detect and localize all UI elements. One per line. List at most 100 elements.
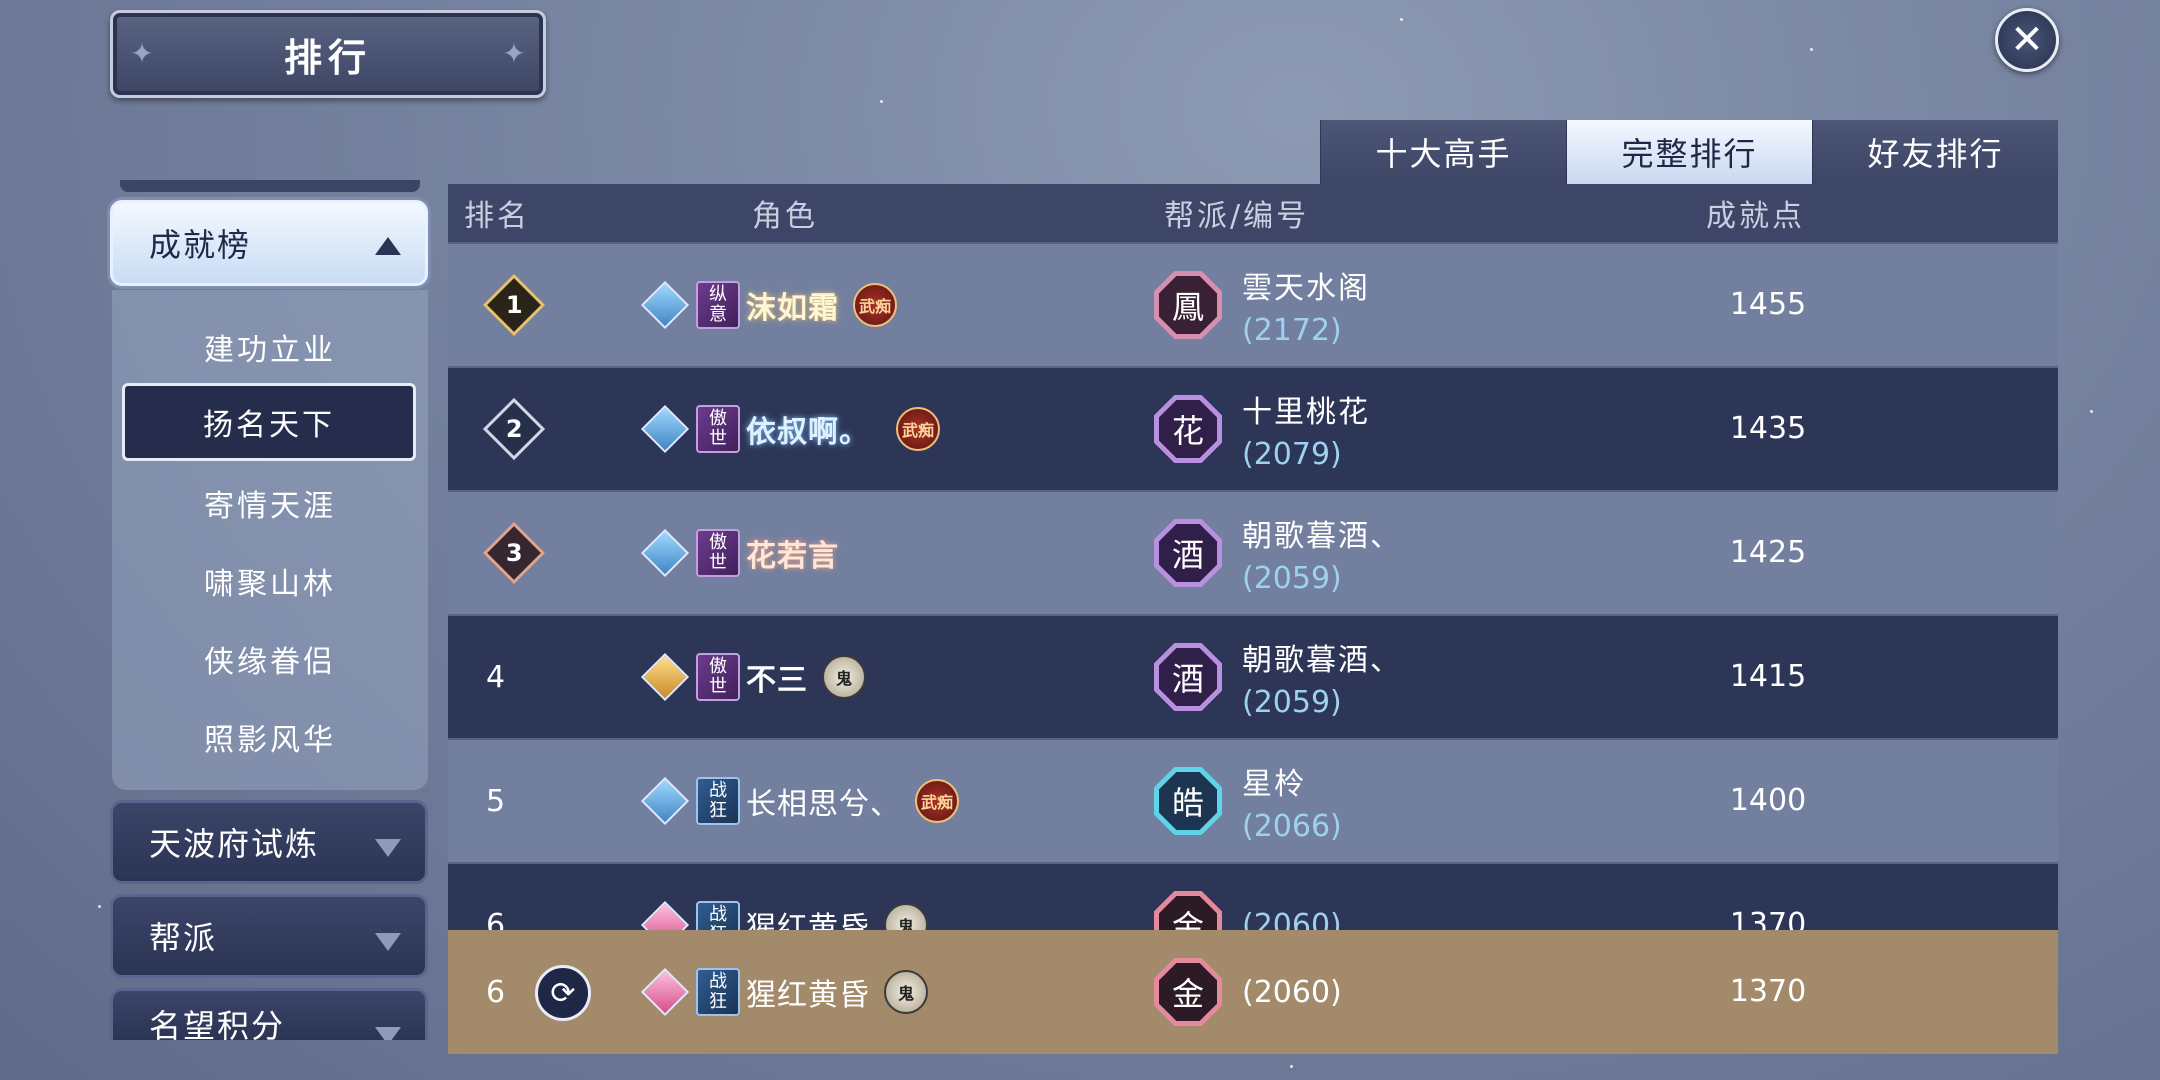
sub-item-2[interactable]: 寄情天涯: [120, 468, 420, 538]
table-row[interactable]: 3 傲世 花若言 酒 朝歌暮酒、 (2059) 1425: [448, 492, 2058, 616]
ranking-table: 排名 角色 帮派/编号 成就点 1 纵意 沫如霜 武痴 鳳 雲天水阁 (2172)…: [448, 184, 2058, 1054]
refresh-button[interactable]: ⟳: [535, 965, 591, 1021]
refresh-icon: ⟳: [550, 975, 576, 1011]
player-name: 猩红黄昏: [746, 978, 870, 1013]
table-row[interactable]: 4 傲世 不三 鬼 酒 朝歌暮酒、 (2059) 1415: [448, 616, 2058, 740]
points-cell: 1435: [1729, 411, 1807, 446]
ornament-icon: ✦: [130, 37, 154, 70]
guild-name: 星柃: [1242, 766, 1306, 802]
server-id: (2060): [1242, 974, 1342, 1010]
ghost-emblem-icon: 鬼: [884, 970, 928, 1014]
guild-badge: 酒: [1154, 519, 1222, 587]
server-id: (2079): [1242, 436, 1342, 472]
server-id: (2172): [1242, 312, 1342, 348]
table-row[interactable]: 2 傲世 依叔啊。 武痴 花 十里桃花 (2079) 1435: [448, 368, 2058, 492]
title-tag: 战狂: [696, 777, 740, 825]
page-title-plate: ✦ 排行 ✦: [110, 10, 546, 98]
player-name: 依叔啊。: [746, 415, 870, 450]
rank-cell: 1: [478, 244, 546, 366]
points-cell: 1400: [1729, 783, 1807, 818]
role-cell: 战狂 长相思兮、 武痴: [640, 740, 959, 862]
rank-cell: 2: [478, 368, 546, 490]
page-title: 排行: [283, 35, 372, 80]
sub-item-1[interactable]: 扬名天下: [122, 383, 416, 461]
tab-full-ranking[interactable]: 完整排行: [1566, 120, 1812, 184]
role-cell: 纵意 沫如霜 武痴: [640, 244, 897, 366]
guild-name: 雲天水阁: [1242, 270, 1370, 306]
guild-cell: 酒 朝歌暮酒、 (2059): [1154, 616, 1402, 738]
player-name: 沫如霜: [746, 291, 839, 326]
triangle-down-icon: [375, 1027, 401, 1040]
sub-item-0[interactable]: 建功立业: [120, 312, 420, 382]
guild-cell: 酒 朝歌暮酒、 (2059): [1154, 492, 1402, 614]
wuchi-emblem-icon: 武痴: [853, 283, 897, 327]
category-reputation[interactable]: 名望积分: [110, 988, 428, 1040]
title-tag: 战狂: [696, 968, 740, 1016]
title-tag: 傲世: [696, 405, 740, 453]
star-decoration: [1810, 48, 1813, 51]
category-achievement[interactable]: 成就榜: [110, 200, 428, 286]
server-id: (2066): [1242, 808, 1342, 844]
header-rank: 排名: [464, 199, 530, 234]
rank-badge-gold-icon: 1: [482, 273, 546, 337]
rank-cell: 6: [486, 974, 506, 1010]
guild-name: 朝歌暮酒、: [1242, 642, 1402, 678]
guild-badge: 金: [1154, 958, 1222, 1026]
triangle-down-icon: [375, 933, 401, 951]
sub-item-3[interactable]: 啸聚山林: [120, 546, 420, 616]
close-icon: ✕: [2010, 17, 2044, 63]
table-row[interactable]: 5 战狂 长相思兮、 武痴 皓 星柃 (2066) 1400: [448, 740, 2058, 864]
guild-badge: 鳳: [1154, 271, 1222, 339]
tab-friends-ranking[interactable]: 好友排行: [1812, 120, 2058, 184]
player-name: 长相思兮、: [746, 787, 901, 822]
guild-cell: 金 (2060): [1154, 930, 1342, 1054]
tab-top-ten[interactable]: 十大高手: [1320, 120, 1566, 184]
server-id: (2059): [1242, 684, 1342, 720]
ornament-icon: ✦: [502, 37, 526, 70]
rank-cell: 5: [486, 783, 506, 819]
header-guild: 帮派/编号: [1164, 199, 1310, 234]
role-cell: 傲世 依叔啊。 武痴: [640, 368, 940, 490]
star-decoration: [880, 100, 883, 103]
star-decoration: [98, 905, 101, 908]
title-tag: 傲世: [696, 653, 740, 701]
guild-badge: 皓: [1154, 767, 1222, 835]
ghost-emblem-icon: 鬼: [822, 655, 866, 699]
sub-item-5[interactable]: 照影风华: [120, 702, 420, 772]
triangle-down-icon: [375, 839, 401, 857]
category-tianbo-trial[interactable]: 天波府试炼: [110, 800, 428, 884]
points-cell: 1455: [1729, 287, 1807, 322]
rank-badge-bronze-icon: 3: [482, 521, 546, 585]
rank-cell: 3: [478, 492, 546, 614]
title-tag: 纵意: [696, 281, 740, 329]
table-row[interactable]: 1 纵意 沫如霜 武痴 鳳 雲天水阁 (2172) 1455: [448, 244, 2058, 368]
guild-cell: 花 十里桃花 (2079): [1154, 368, 1370, 490]
guild-badge: 酒: [1154, 643, 1222, 711]
header-role: 角色: [752, 199, 818, 234]
star-decoration: [1290, 1065, 1293, 1068]
role-cell: 傲世 不三 鬼: [640, 616, 866, 738]
star-decoration: [2090, 410, 2093, 413]
guild-name: 朝歌暮酒、: [1242, 518, 1402, 554]
wuchi-emblem-icon: 武痴: [896, 407, 940, 451]
rank-badge-silver-icon: 2: [482, 397, 546, 461]
guild-badge: 花: [1154, 395, 1222, 463]
star-decoration: [1400, 18, 1403, 21]
guild-name: 十里桃花: [1242, 394, 1370, 430]
category-guild[interactable]: 帮派: [110, 894, 428, 978]
title-tag: 傲世: [696, 529, 740, 577]
server-id: (2059): [1242, 560, 1342, 596]
points-cell: 1425: [1729, 535, 1807, 570]
triangle-up-icon: [375, 237, 401, 255]
sub-item-4[interactable]: 侠缘眷侣: [120, 624, 420, 694]
guild-cell: 皓 星柃 (2066): [1154, 740, 1342, 862]
class-diamond-icon: [640, 528, 690, 578]
close-button[interactable]: ✕: [1995, 8, 2059, 72]
my-rank-row: 6 ⟳ 战狂 猩红黄昏 鬼 金 (2060) 1370: [448, 930, 2058, 1054]
points-cell: 1415: [1729, 659, 1807, 694]
player-name: 花若言: [746, 539, 839, 574]
class-diamond-icon: [640, 967, 690, 1017]
ranking-tabs: 十大高手 完整排行 好友排行: [1320, 120, 2058, 184]
header-points: 成就点: [1706, 199, 1805, 234]
class-diamond-icon: [640, 776, 690, 826]
